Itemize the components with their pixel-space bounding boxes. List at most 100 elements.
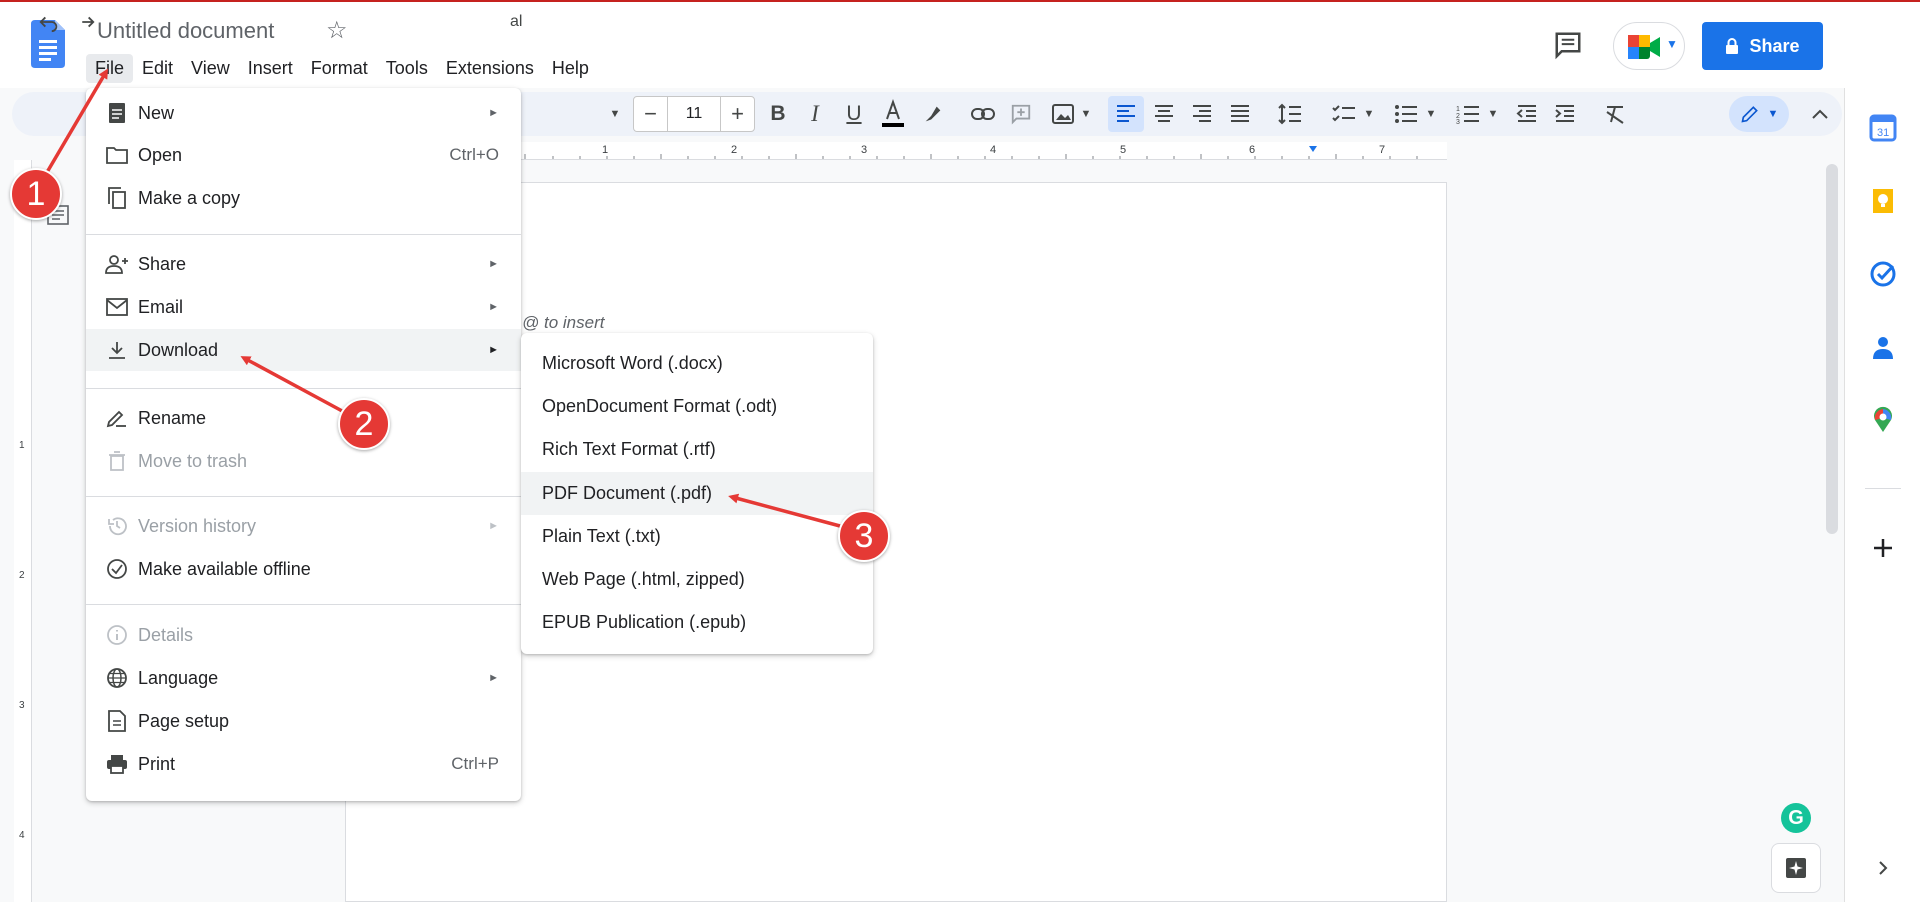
download-odt-option[interactable]: OpenDocument Format (.odt)	[521, 385, 873, 428]
vertical-scrollbar[interactable]	[1826, 164, 1838, 534]
menu-item-print[interactable]: Print Ctrl+P	[86, 743, 521, 785]
submenu-arrow-icon: ►	[488, 301, 499, 313]
download-html-option[interactable]: Web Page (.html, zipped)	[521, 558, 873, 601]
maps-icon[interactable]	[1869, 406, 1897, 434]
font-size-stepper: − 11 +	[633, 96, 755, 132]
menu-item-make-available-offline[interactable]: Make available offline	[86, 548, 521, 590]
menu-item-label: Download	[138, 339, 219, 360]
menu-separator	[86, 496, 521, 497]
vertical-ruler[interactable]: 1 2 3 4	[14, 160, 32, 902]
right-indent-marker[interactable]	[1309, 146, 1317, 152]
annotation-badge-2: 2	[338, 398, 390, 450]
folder-icon	[104, 142, 130, 168]
globe-icon	[104, 665, 130, 691]
text-color-icon[interactable]	[877, 92, 909, 136]
lock-icon	[1726, 38, 1739, 54]
meet-button[interactable]: ▼	[1613, 22, 1685, 70]
share-button[interactable]: Share	[1702, 22, 1823, 70]
font-name-select[interactable]: al	[510, 13, 522, 31]
download-epub-option[interactable]: EPUB Publication (.epub)	[521, 601, 873, 644]
document-title[interactable]: Untitled document	[97, 18, 274, 44]
download-txt-option[interactable]: Plain Text (.txt)	[521, 515, 873, 558]
menu-item-label: Move to trash	[138, 450, 248, 471]
download-pdf-option[interactable]: PDF Document (.pdf)	[521, 472, 873, 515]
insert-image-icon[interactable]: ▼	[1045, 92, 1097, 136]
menu-item-version-history[interactable]: Version history ►	[86, 505, 521, 547]
undo-icon[interactable]	[34, 0, 64, 44]
chevron-right-icon[interactable]	[1869, 854, 1897, 882]
add-icon[interactable]	[1869, 534, 1897, 562]
menu-edit[interactable]: Edit	[133, 54, 182, 83]
numbered-list-icon[interactable]: 123 ▼	[1452, 92, 1502, 136]
pencil-icon: ▼	[1733, 92, 1785, 136]
increase-indent-icon[interactable]	[1550, 92, 1580, 136]
menu-insert[interactable]: Insert	[239, 54, 302, 83]
menu-extensions[interactable]: Extensions	[437, 54, 543, 83]
align-right-icon[interactable]	[1186, 92, 1218, 136]
svg-text:3: 3	[1456, 119, 1460, 124]
decrease-font-size-button[interactable]: −	[634, 101, 667, 127]
contacts-icon[interactable]	[1869, 333, 1897, 361]
increase-font-size-button[interactable]: +	[721, 101, 754, 127]
italic-icon[interactable]: I	[800, 92, 830, 136]
clear-formatting-icon[interactable]	[1600, 92, 1630, 136]
explore-assist-button[interactable]	[1771, 843, 1821, 893]
menu-format[interactable]: Format	[302, 54, 377, 83]
menu-item-move-to-trash[interactable]: Move to trash	[86, 440, 521, 482]
download-rtf-option[interactable]: Rich Text Format (.rtf)	[521, 428, 873, 471]
underline-icon[interactable]: U	[839, 92, 869, 136]
collapse-toolbar-icon[interactable]	[1806, 92, 1834, 136]
highlight-icon[interactable]	[918, 92, 948, 136]
link-icon[interactable]	[968, 92, 998, 136]
menu-view[interactable]: View	[182, 54, 239, 83]
ruler-label: 2	[19, 570, 25, 581]
comment-icon[interactable]	[1553, 30, 1583, 60]
menu-item-rename[interactable]: Rename	[86, 397, 521, 439]
tasks-icon[interactable]	[1869, 260, 1897, 288]
calendar-icon[interactable]: 31	[1869, 114, 1897, 142]
font-dropdown-icon[interactable]: ▼	[605, 92, 625, 136]
redo-icon[interactable]	[70, 0, 100, 44]
star-icon[interactable]: ☆	[326, 16, 348, 45]
menu-item-language[interactable]: Language ►	[86, 657, 521, 699]
menu-item-details[interactable]: Details	[86, 614, 521, 656]
ruler-label: 2	[731, 144, 738, 156]
menu-item-label: Page setup	[138, 710, 230, 731]
menu-file[interactable]: File	[86, 54, 134, 83]
menu-item-download[interactable]: Download ►	[86, 329, 521, 371]
download-docx-option[interactable]: Microsoft Word (.docx)	[521, 342, 873, 385]
menu-item-new[interactable]: New ►	[86, 92, 521, 134]
line-spacing-icon[interactable]	[1274, 92, 1306, 136]
menu-item-make-a-copy[interactable]: Make a copy	[86, 177, 521, 219]
menu-item-open[interactable]: Open Ctrl+O	[86, 134, 521, 176]
menu-tools[interactable]: Tools	[377, 54, 437, 83]
add-comment-icon[interactable]	[1006, 92, 1036, 136]
menu-help[interactable]: Help	[543, 54, 598, 83]
font-size-input[interactable]: 11	[667, 97, 721, 131]
ruler-label: 5	[1120, 144, 1127, 156]
grammarly-icon[interactable]: G	[1781, 803, 1811, 833]
decrease-indent-icon[interactable]	[1512, 92, 1542, 136]
menu-item-label: Email	[138, 296, 184, 317]
ruler-label: 1	[19, 440, 25, 451]
align-left-icon[interactable]	[1110, 92, 1142, 136]
menu-item-email[interactable]: Email ►	[86, 286, 521, 328]
side-panel: 31	[1844, 88, 1920, 902]
justify-icon[interactable]	[1224, 92, 1256, 136]
menu-item-page-setup[interactable]: Page setup	[86, 700, 521, 742]
keep-icon[interactable]	[1869, 187, 1897, 215]
checklist-icon[interactable]: ▼	[1328, 92, 1378, 136]
bulleted-list-icon[interactable]: ▼	[1390, 92, 1440, 136]
document-placeholder: @ to insert	[522, 313, 605, 332]
email-icon	[104, 294, 130, 320]
annotation-badge-3: 3	[838, 510, 890, 562]
bold-icon[interactable]: B	[763, 92, 793, 136]
menu-item-label: Make available offline	[138, 558, 311, 579]
menu-item-label: New	[138, 102, 175, 123]
align-center-icon[interactable]	[1148, 92, 1180, 136]
menu-separator	[86, 234, 521, 235]
person-add-icon	[104, 251, 130, 277]
page-icon	[104, 708, 130, 734]
submenu-arrow-icon: ►	[488, 107, 499, 119]
menu-item-share[interactable]: Share ►	[86, 243, 521, 285]
